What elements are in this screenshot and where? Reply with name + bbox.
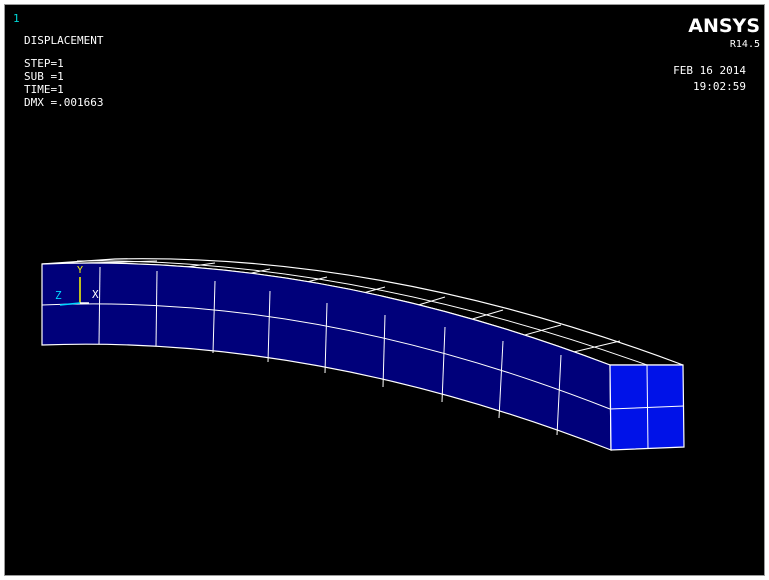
graphics-window[interactable]: 1 DISPLACEMENT STEP=1 SUB =1 TIME=1 DMX …: [4, 4, 765, 576]
triad-x-label: X: [92, 288, 99, 301]
deformed-beam-model[interactable]: Y Z X: [5, 5, 765, 576]
beam-front-face: [41, 262, 612, 451]
triad-y-label: Y: [77, 265, 83, 276]
triad-z-label: Z: [55, 289, 62, 302]
